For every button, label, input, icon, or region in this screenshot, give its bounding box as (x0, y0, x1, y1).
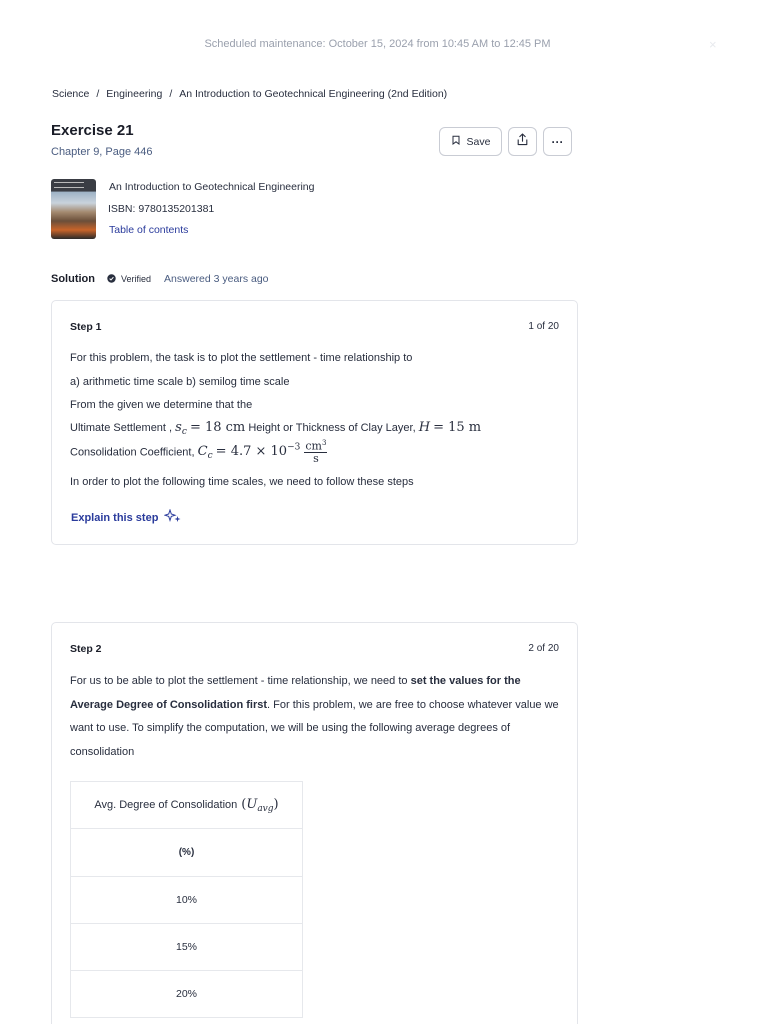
step-paragraph: For us to be able to plot the settlement… (70, 675, 559, 758)
book-title[interactable]: An Introduction to Geotechnical Engineer… (109, 181, 314, 193)
page-title: Exercise 21 (51, 122, 134, 139)
book-isbn: ISBN: 9780135201381 (108, 203, 215, 215)
save-button[interactable]: Save (439, 127, 502, 156)
settlement-formula: sc = 18 cm (175, 420, 246, 438)
breadcrumb-separator: / (169, 88, 173, 100)
consolidation-table: Avg. Degree of Consolidation (Uavg) (%) … (70, 781, 303, 1019)
breadcrumb-book[interactable]: An Introduction to Geotechnical Engineer… (179, 88, 447, 100)
solution-header: Solution Verified Answered 3 years ago (51, 273, 269, 285)
breadcrumb-science[interactable]: Science (52, 88, 89, 100)
verified-icon (107, 273, 116, 285)
book-cover-image[interactable] (51, 179, 96, 239)
verified-badge: Verified (107, 273, 152, 285)
answered-time: Answered 3 years ago (164, 273, 269, 285)
step-text: For this problem, the task is to plot th… (70, 352, 413, 364)
thickness-formula: H = 15 m (418, 420, 482, 435)
maintenance-text: Scheduled maintenance: October 15, 2024 … (204, 38, 551, 50)
step-text: From the given we determine that the (70, 399, 253, 411)
step-count: 2 of 20 (528, 643, 559, 654)
solution-label: Solution (51, 273, 95, 285)
breadcrumb-separator: / (96, 88, 100, 100)
share-button[interactable] (508, 127, 537, 156)
table-row: 20% (71, 971, 302, 1019)
breadcrumb: Science / Engineering / An Introduction to G… (52, 88, 447, 100)
consolidation-label: Consolidation Coefficient, (70, 446, 195, 459)
consolidation-formula: Cc = 4.7 × 10−3 cm3 s (197, 439, 328, 466)
ultimate-settlement-label: Ultimate Settlement , (70, 422, 173, 434)
clay-thickness-label: Height or Thickness of Clay Layer, (248, 422, 416, 434)
table-header-label: Avg. Degree of Consolidation (94, 799, 238, 812)
more-options-button[interactable]: ··· (543, 127, 572, 156)
close-icon[interactable]: × (709, 37, 717, 52)
step-2-card: Step 2 2 of 20 For us to be able to plot… (51, 622, 578, 1024)
breadcrumb-engineering[interactable]: Engineering (106, 88, 162, 100)
sparkle-icon (163, 508, 182, 526)
verified-label: Verified (121, 274, 152, 284)
more-icon: ··· (551, 134, 564, 149)
uavg-symbol: (Uavg) (241, 796, 279, 814)
step-label: Step 2 (70, 643, 102, 655)
step-text-consolidation: Consolidation Coefficient, Cc = 4.7 × 10… (70, 439, 328, 466)
step-text-ultimate-settlement: Ultimate Settlement , sc = 18 cm Height … (70, 420, 481, 437)
share-icon (516, 132, 529, 151)
step-label: Step 1 (70, 321, 102, 333)
save-label: Save (466, 135, 491, 148)
table-header: Avg. Degree of Consolidation (Uavg) (71, 782, 302, 830)
table-unit-row: (%) (71, 829, 302, 877)
maintenance-banner: Scheduled maintenance: October 15, 2024 … (0, 0, 768, 90)
explain-label: Explain this step (71, 511, 159, 524)
table-row: 15% (71, 924, 302, 972)
explain-step-button[interactable]: Explain this step (71, 508, 182, 526)
step-text: In order to plot the following time scal… (70, 476, 414, 488)
chapter-page: Chapter 9, Page 446 (51, 146, 153, 158)
table-row: 10% (71, 877, 302, 924)
step-count: 1 of 20 (528, 321, 559, 332)
bookmark-icon (451, 135, 461, 148)
step-text: a) arithmetic time scale b) semilog time… (70, 376, 290, 388)
step-1-card: Step 1 1 of 20 For this problem, the tas… (51, 300, 578, 545)
table-of-contents-link[interactable]: Table of contents (109, 224, 188, 236)
